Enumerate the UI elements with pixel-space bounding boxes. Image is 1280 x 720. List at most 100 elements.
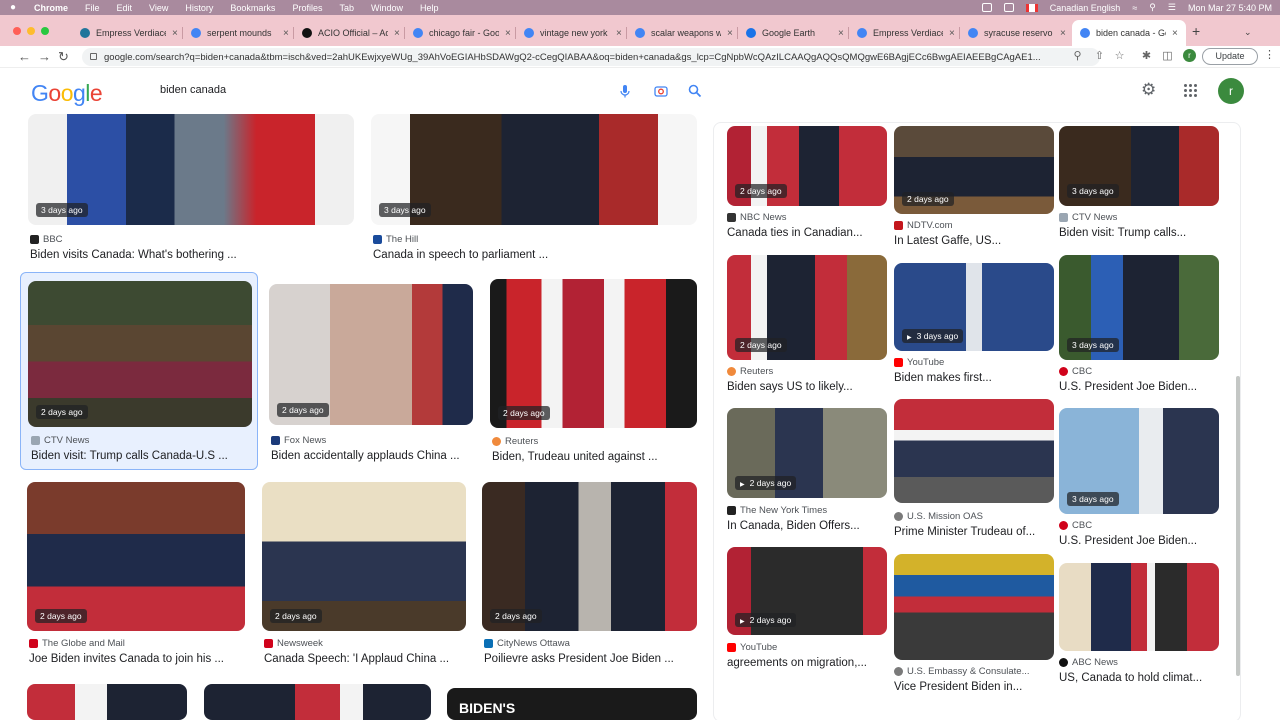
menu-history[interactable]: History	[185, 3, 213, 13]
tab-serpent-mounds[interactable]: serpent mounds ×	[183, 20, 294, 46]
result-title[interactable]: Biden accidentally applauds China ...	[271, 450, 460, 462]
sidebar-icon[interactable]: ◫	[1162, 51, 1173, 62]
close-tab-icon[interactable]: ×	[172, 28, 178, 39]
result-title[interactable]: agreements on migration,...	[727, 657, 867, 669]
result-thumbnail[interactable]: 2 days ago	[490, 279, 697, 428]
tab-scalar-weapons[interactable]: scalar weapons w ×	[627, 20, 738, 46]
close-tab-icon[interactable]: ×	[505, 28, 511, 39]
result-title[interactable]: Joe Biden invites Canada to join his ...	[29, 653, 224, 665]
result-thumbnail[interactable]: 2 days ago	[727, 408, 887, 498]
result-card-selected[interactable]: 2 days ago CTV News Biden visit: Trump c…	[20, 272, 258, 470]
result-title[interactable]: U.S. President Joe Biden...	[1059, 381, 1197, 393]
result-title[interactable]: US, Canada to hold climat...	[1059, 672, 1202, 684]
close-tab-icon[interactable]: ×	[727, 28, 733, 39]
result-title[interactable]: Canada Speech: 'I Applaud China ...	[264, 653, 449, 665]
result-thumbnail[interactable]: 2 days ago	[482, 482, 697, 631]
result-card[interactable]: U.S. Embassy & Consulate... Vice Preside…	[894, 554, 1054, 696]
scrollbar[interactable]	[1236, 376, 1240, 676]
result-title[interactable]: Biden makes first...	[894, 372, 992, 384]
result-thumbnail[interactable]: 2 days ago	[28, 281, 252, 427]
close-tab-icon[interactable]: ×	[1060, 28, 1066, 39]
close-tab-icon[interactable]: ×	[394, 28, 400, 39]
result-card[interactable]: 3 days ago BBC Biden visits Canada: What…	[28, 114, 354, 264]
result-card[interactable]: 2 days ago Reuters Biden says US to like…	[727, 255, 887, 397]
result-title[interactable]: Biden, Trudeau united against ...	[492, 451, 658, 463]
menu-tab[interactable]: Tab	[339, 3, 354, 13]
menu-app-name[interactable]: Chrome	[34, 3, 68, 13]
result-title[interactable]: Poilievre asks President Joe Biden ...	[484, 653, 674, 665]
result-card[interactable]: 2 days ago Newsweek Canada Speech: 'I Ap…	[262, 482, 466, 672]
result-title[interactable]: Biden visits Canada: What's bothering ..…	[30, 249, 237, 261]
wifi-icon[interactable]: ≈	[1132, 3, 1137, 13]
result-card[interactable]: 2 days ago CityNews Ottawa Poilievre ask…	[482, 482, 697, 672]
tab-acio-official[interactable]: ACIO Official – Ad ×	[294, 20, 405, 46]
tab-empress-verdiace-2[interactable]: Empress Verdiace ×	[849, 20, 960, 46]
tab-syracuse-reservoir[interactable]: syracuse reservo ×	[960, 20, 1071, 46]
result-thumbnail[interactable]	[1059, 563, 1219, 651]
tab-chicago-fair[interactable]: chicago fair - Goo ×	[405, 20, 516, 46]
result-thumbnail[interactable]: 2 days ago	[27, 482, 245, 631]
close-tab-icon[interactable]: ×	[838, 28, 844, 39]
result-thumbnail[interactable]	[894, 399, 1054, 503]
result-title[interactable]: Biden visit: Trump calls...	[1059, 227, 1186, 239]
address-bar[interactable]: google.com/search?q=biden+canada&tbm=isc…	[82, 48, 1100, 66]
update-button[interactable]: Update	[1202, 48, 1258, 65]
close-tab-icon[interactable]: ×	[616, 28, 622, 39]
result-title[interactable]: Biden says US to likely...	[727, 381, 853, 393]
result-card[interactable]: 3 days ago CBC U.S. President Joe Biden.…	[1059, 255, 1219, 397]
result-card[interactable]: 2 days ago Reuters Biden, Trudeau united…	[490, 279, 697, 470]
reload-icon[interactable]: ↻	[58, 49, 69, 65]
battery-icon[interactable]	[1003, 3, 1014, 12]
result-card[interactable]: 3 days ago The Hill Canada in speech to …	[371, 114, 697, 264]
input-source-label[interactable]: Canadian English	[1050, 3, 1121, 13]
bookmark-star-icon[interactable]: ☆	[1114, 51, 1125, 62]
back-arrow-icon[interactable]: ←	[18, 49, 31, 65]
profile-avatar-icon[interactable]: r	[1183, 49, 1196, 62]
result-thumbnail[interactable]: BIDEN'S	[447, 688, 697, 720]
lock-icon[interactable]	[90, 53, 97, 60]
result-card[interactable]: 2 days ago The New York Times In Canada,…	[727, 408, 887, 536]
menu-window[interactable]: Window	[371, 3, 403, 13]
control-center-icon[interactable]: ☰	[1168, 2, 1176, 13]
forward-arrow-icon[interactable]: →	[38, 49, 51, 65]
result-title[interactable]: In Latest Gaffe, US...	[894, 235, 1001, 247]
result-thumbnail[interactable]	[204, 684, 431, 720]
result-thumbnail[interactable]: 3 days ago	[1059, 255, 1219, 360]
result-card[interactable]: 2 days ago Fox News Biden accidentally a…	[269, 284, 474, 470]
result-title[interactable]: U.S. President Joe Biden...	[1059, 535, 1197, 547]
extensions-icon[interactable]: ✱	[1141, 51, 1152, 62]
menu-edit[interactable]: Edit	[117, 3, 133, 13]
zoom-icon[interactable]: ⚲	[1072, 51, 1083, 62]
result-card[interactable]: 2 days ago NBC News Canada ties in Canad…	[727, 126, 887, 244]
menu-help[interactable]: Help	[420, 3, 439, 13]
result-card[interactable]: ABC News US, Canada to hold climat...	[1059, 563, 1219, 691]
result-thumbnail[interactable]: 3 days ago	[1059, 126, 1219, 206]
result-thumbnail[interactable]: 2 days ago	[894, 126, 1054, 214]
result-thumbnail[interactable]	[894, 554, 1054, 660]
close-tab-icon[interactable]: ×	[283, 28, 289, 39]
result-thumbnail[interactable]: 3 days ago	[1059, 408, 1219, 514]
result-card[interactable]: U.S. Mission OAS Prime Minister Trudeau …	[894, 399, 1054, 541]
google-logo[interactable]: Google	[31, 80, 103, 107]
tab-google-earth[interactable]: Google Earth ×	[738, 20, 849, 46]
voice-search-icon[interactable]	[618, 84, 632, 98]
result-card[interactable]: 2 days ago The Globe and Mail Joe Biden …	[27, 482, 245, 672]
account-avatar[interactable]: r	[1218, 78, 1244, 104]
result-title[interactable]: In Canada, Biden Offers...	[727, 520, 860, 532]
menu-profiles[interactable]: Profiles	[292, 3, 322, 13]
result-thumbnail[interactable]: 3 days ago	[894, 263, 1054, 351]
result-title[interactable]: Prime Minister Trudeau of...	[894, 526, 1035, 538]
result-card[interactable]: 3 days ago CBC U.S. President Joe Biden.…	[1059, 408, 1219, 550]
result-card[interactable]: 2 days ago YouTube agreements on migrati…	[727, 547, 887, 677]
more-menu-icon[interactable]: ⋮	[1264, 48, 1275, 61]
tab-empress-verdiace[interactable]: Empress Verdiace ×	[72, 20, 183, 46]
tab-search-chevron-icon[interactable]: ⌄	[1244, 27, 1252, 38]
maximize-window-icon[interactable]	[41, 27, 49, 35]
screen-record-icon[interactable]	[981, 3, 992, 12]
tab-vintage-new-york[interactable]: vintage new york ×	[516, 20, 627, 46]
result-thumbnail[interactable]	[27, 684, 187, 720]
result-title[interactable]: Biden visit: Trump calls Canada-U.S ...	[31, 450, 228, 462]
result-title[interactable]: Canada ties in Canadian...	[727, 227, 863, 239]
result-thumbnail[interactable]: 2 days ago	[727, 255, 887, 360]
google-apps-icon[interactable]	[1184, 84, 1198, 98]
